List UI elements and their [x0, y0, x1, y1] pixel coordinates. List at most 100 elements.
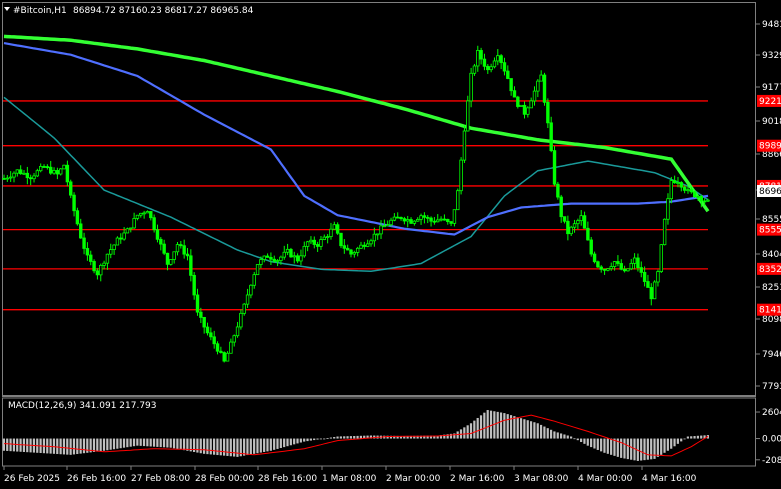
macd-hist-bar: [593, 438, 596, 449]
macd-hist-bar: [473, 420, 476, 439]
macd-hist-bar: [202, 438, 206, 454]
candle-body: [442, 218, 447, 221]
macd-hist-bar: [479, 415, 483, 439]
chart-canvas[interactable]: #Bitcoin,H1 86894.72 87160.23 86817.27 8…: [0, 0, 781, 489]
macd-hist-bar: [199, 438, 202, 454]
candle-body: [666, 198, 670, 220]
candle-body: [292, 255, 296, 258]
candle-body: [639, 267, 643, 273]
candle-body: [422, 215, 427, 218]
macd-hist-bar: [109, 438, 112, 450]
macd-hist-bar: [499, 412, 503, 439]
macd-hist-bar: [506, 414, 509, 439]
candle-body: [92, 261, 96, 272]
candle-body: [325, 236, 330, 239]
candle-body: [506, 70, 510, 79]
macd-hist-bar: [353, 436, 356, 439]
candle-body: [682, 186, 687, 191]
candle-body: [95, 270, 100, 276]
macd-hist-bar: [139, 438, 142, 446]
candle-body: [646, 281, 650, 288]
candle-body: [272, 258, 276, 262]
candle-body: [542, 74, 547, 103]
candle-body: [345, 247, 350, 251]
macd-tick-label: 2604.552: [762, 408, 781, 418]
macd-hist-bar: [586, 438, 589, 446]
candle-body: [632, 257, 637, 264]
macd-hist-bar: [666, 438, 669, 451]
candle-body: [532, 90, 537, 102]
macd-hist-bar: [299, 438, 302, 443]
candle-body: [699, 196, 704, 202]
candle-body: [322, 236, 327, 240]
time-tick-label: 27 Feb 08:00: [131, 474, 190, 484]
candle-body: [32, 175, 36, 180]
candle-body: [622, 268, 627, 272]
candle-body: [372, 233, 377, 242]
candle-body: [309, 239, 313, 243]
macd-hist-bar: [346, 436, 349, 439]
macd-hist-bar: [566, 435, 569, 439]
candle-body: [589, 239, 593, 255]
candle: [222, 351, 226, 363]
time-tick-label: 1 Mar 08:00: [322, 474, 377, 484]
candle-body: [119, 237, 123, 240]
candle-body: [252, 274, 256, 286]
candle-body: [582, 215, 587, 229]
candle-body: [365, 243, 370, 247]
macd-hist-bar: [676, 438, 679, 444]
candle-body: [229, 341, 233, 354]
candle-body: [596, 261, 600, 268]
macd-hist-bar: [513, 416, 516, 439]
candle-body: [679, 182, 684, 188]
macd-hist-bar: [12, 438, 16, 452]
candle-body: [249, 284, 253, 296]
macd-hist-bar: [646, 438, 649, 460]
candle-body: [79, 223, 83, 239]
candle-body: [109, 249, 113, 255]
macd-hist-bar: [590, 438, 593, 448]
candle-body: [329, 228, 333, 238]
candle-body: [185, 253, 190, 257]
macd-hist-bar: [673, 438, 676, 447]
macd-hist-bar: [553, 431, 556, 439]
candle-body: [342, 245, 347, 249]
macd-hist-bar: [519, 418, 523, 439]
candle: [339, 232, 343, 249]
candle-body: [169, 259, 173, 265]
candle-body: [279, 256, 283, 261]
macd-hist-bar: [16, 438, 19, 452]
macd-hist-bar: [683, 438, 686, 440]
macd-hist-bar: [559, 433, 563, 439]
macd-hist-bar: [323, 438, 326, 440]
macd-hist-bar: [536, 423, 539, 439]
candle: [589, 236, 593, 257]
macd-hist-bar: [630, 438, 633, 460]
candle-body: [25, 172, 30, 179]
candle-body: [152, 217, 156, 231]
candle-body: [235, 326, 240, 337]
candle-body: [626, 268, 630, 272]
candle-body: [619, 263, 623, 270]
candle-body: [536, 80, 540, 92]
macd-hist-bar: [503, 413, 506, 439]
macd-hist-bar: [486, 410, 489, 439]
macd-hist-bar: [296, 438, 299, 444]
macd-hist-bar: [289, 438, 292, 446]
macd-hist-bar: [206, 438, 209, 455]
macd-hist-bar: [69, 438, 72, 455]
macd-hist-bar: [56, 438, 59, 455]
candle-body: [245, 294, 250, 305]
candle-body: [45, 166, 50, 168]
macd-hist-bar: [102, 438, 106, 451]
candle-body: [282, 251, 286, 258]
level-label-5: 81412.43: [759, 306, 781, 316]
candle-body: [562, 216, 567, 222]
macd-hist-bar: [466, 425, 469, 439]
macd-hist-bar: [59, 438, 62, 455]
candle-body: [692, 191, 697, 198]
macd-hist-bar: [603, 438, 606, 453]
macd-hist-bar: [169, 438, 172, 448]
candle-body: [102, 262, 106, 266]
candle-body: [426, 216, 430, 219]
